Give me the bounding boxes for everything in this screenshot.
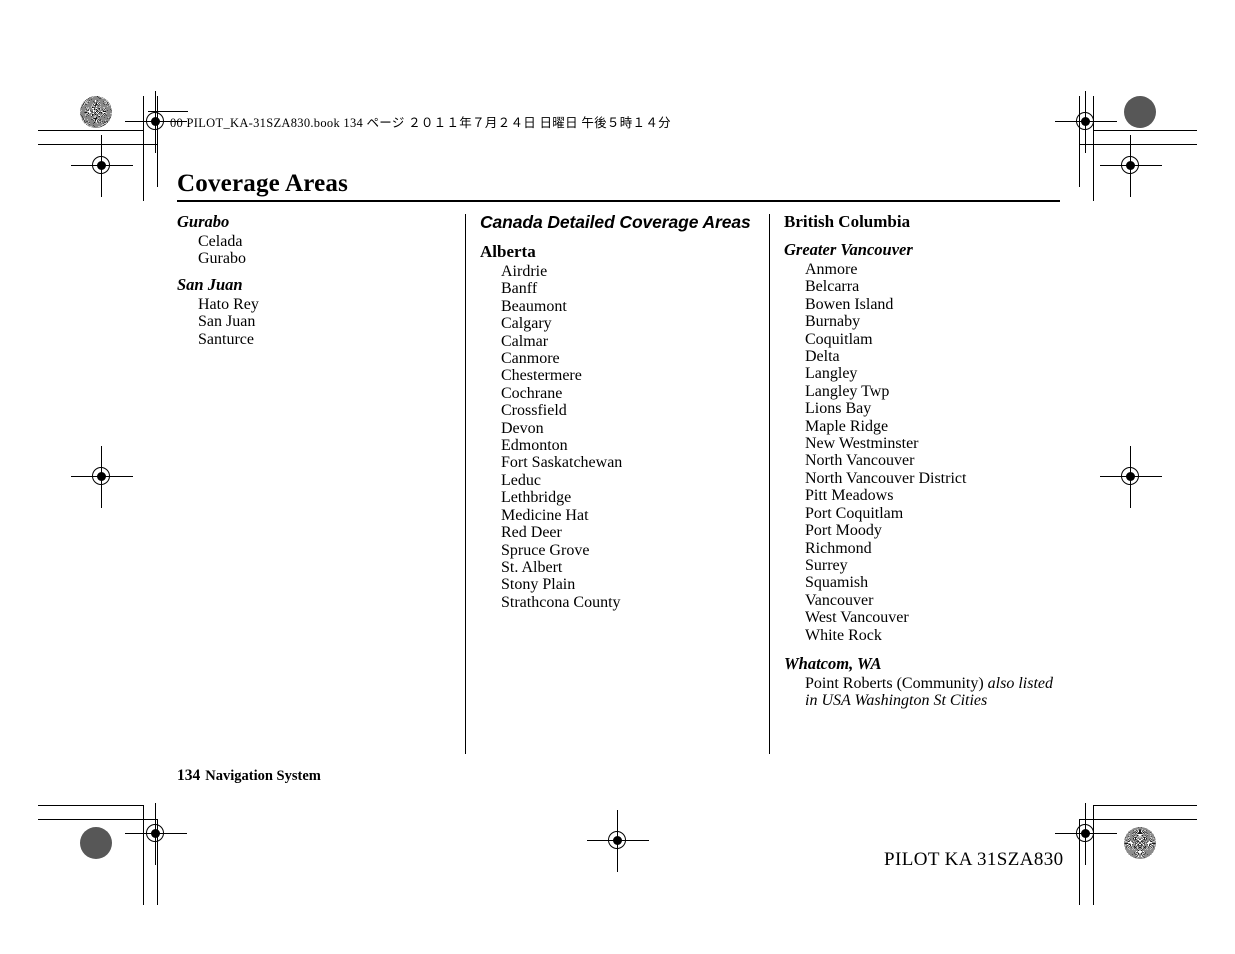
registration-target-bottom-left	[125, 803, 187, 865]
city-list-gurabo: Celada Gurabo	[177, 233, 452, 268]
list-item: San Juan	[198, 313, 256, 331]
city-list-greater-vancouver: Anmore Belcarra Bowen Island Burnaby Coq…	[784, 261, 1067, 644]
registration-target-left-lower	[71, 446, 133, 508]
list-item: North Vancouver District	[805, 469, 967, 487]
footer-page-number: 134	[177, 767, 201, 784]
crop-mark-line	[38, 805, 143, 806]
group-heading-whatcom-wa: Whatcom, WA	[784, 653, 882, 673]
list-item: Edmonton	[501, 437, 568, 455]
group-heading-alberta: Alberta	[480, 242, 536, 261]
list-item: Leduc	[501, 471, 541, 489]
list-item: Coquitlam	[805, 330, 873, 348]
group-heading-greater-vancouver: Greater Vancouver	[784, 240, 913, 259]
list-item: Cochrane	[501, 384, 563, 402]
registration-target-right-lower	[1100, 446, 1162, 508]
list-item: Squamish	[805, 574, 869, 592]
list-item: Devon	[501, 419, 544, 437]
registration-target-bottom-center	[587, 810, 649, 872]
crop-mark-line	[1079, 144, 1197, 145]
list-item: Strathcona County	[501, 593, 621, 611]
list-item: Anmore	[805, 261, 858, 278]
list-item: Point Roberts (Community) also listed in…	[805, 675, 1067, 710]
page-title: Coverage Areas	[177, 170, 349, 197]
list-item: Pitt Meadows	[805, 487, 894, 505]
province-heading-british-columbia: British Columbia	[784, 212, 911, 231]
crop-mark-line	[1093, 805, 1197, 806]
list-item: Spruce Grove	[501, 541, 590, 559]
list-item: Hato Rey	[198, 295, 259, 313]
list-item: Santurce	[198, 330, 254, 348]
registration-solid-patch	[80, 827, 112, 859]
column-1: Gurabo Celada Gurabo San Juan Hato Rey S…	[177, 212, 452, 355]
list-item: White Rock	[805, 626, 882, 644]
column-divider-1	[465, 214, 466, 754]
list-item: Burnaby	[805, 313, 861, 331]
group-greater-vancouver: Greater Vancouver Anmore Belcarra Bowen …	[784, 240, 1067, 644]
list-item: Banff	[501, 280, 538, 298]
list-item: St. Albert	[501, 558, 563, 576]
section-heading-canada: Canada Detailed Coverage Areas	[480, 212, 751, 232]
list-item: Gurabo	[198, 250, 246, 268]
group-heading-gurabo: Gurabo	[177, 212, 230, 231]
group-whatcom-wa: Whatcom, WA Point Roberts (Community) al…	[784, 654, 1067, 710]
list-item: Airdrie	[501, 263, 548, 280]
document-page: 00 PILOT_KA-31SZA830.book 134 ページ ２０１１年７…	[0, 0, 1235, 954]
registration-target-right-upper	[1100, 135, 1162, 197]
list-item: Langley Twp	[805, 382, 890, 400]
city-list-whatcom-wa: Point Roberts (Community) also listed in…	[784, 675, 1067, 710]
list-item: Stony Plain	[501, 576, 576, 594]
group-san-juan: San Juan Hato Rey San Juan Santurce	[177, 275, 452, 348]
list-item: Celada	[198, 233, 243, 250]
coverage-columns: Gurabo Celada Gurabo San Juan Hato Rey S…	[177, 212, 1067, 757]
registration-target-top-right	[1055, 91, 1117, 153]
list-item: Calgary	[501, 315, 552, 333]
list-item: Calmar	[501, 332, 549, 350]
registration-halftone-patch	[1124, 827, 1156, 859]
crop-mark-line	[38, 144, 157, 145]
crop-mark-line	[38, 130, 143, 131]
list-item-text: Point Roberts (Community)	[805, 674, 988, 692]
list-item: Red Deer	[501, 524, 562, 542]
list-item: Port Coquitlam	[805, 504, 904, 522]
list-item: Fort Saskatchewan	[501, 454, 623, 472]
list-item: West Vancouver	[805, 609, 909, 627]
column-2: Canada Detailed Coverage Areas Alberta A…	[480, 212, 768, 618]
list-item: Medicine Hat	[501, 506, 589, 524]
list-item: Langley	[805, 365, 858, 383]
city-list-san-juan: Hato Rey San Juan Santurce	[177, 296, 452, 348]
registration-halftone-patch	[80, 96, 112, 128]
column-3: British Columbia Greater Vancouver Anmor…	[784, 212, 1067, 717]
list-item: Canmore	[501, 350, 560, 368]
group-heading-san-juan: San Juan	[177, 274, 243, 294]
page-title-rule	[177, 200, 1060, 202]
list-item: Lethbridge	[501, 489, 572, 507]
book-code: PILOT KA 31SZA830	[884, 849, 1064, 870]
footer-section-name: Navigation System	[205, 768, 321, 784]
registration-target-left-upper	[71, 135, 133, 197]
list-item: Delta	[805, 348, 840, 366]
list-item: Vancouver	[805, 591, 874, 609]
group-alberta: Alberta Airdrie Banff Beaumont Calgary C…	[480, 242, 768, 611]
list-item: Maple Ridge	[805, 417, 889, 435]
group-gurabo: Gurabo Celada Gurabo	[177, 212, 452, 268]
list-item: North Vancouver	[805, 452, 915, 470]
list-item: Bowen Island	[805, 295, 894, 313]
list-item: Belcarra	[805, 278, 860, 296]
crop-mark-line	[1093, 130, 1197, 131]
page-footer: 134 Navigation System	[177, 767, 321, 785]
running-head: 00 PILOT_KA-31SZA830.book 134 ページ ２０１１年７…	[170, 116, 671, 130]
column-divider-2	[769, 214, 770, 754]
list-item: New Westminster	[805, 435, 919, 453]
list-item: Richmond	[805, 539, 872, 557]
list-item: Port Moody	[805, 522, 882, 540]
list-item: Crossfield	[501, 402, 567, 420]
list-item: Surrey	[805, 556, 848, 574]
registration-target-bottom-right	[1055, 803, 1117, 865]
list-item: Chestermere	[501, 367, 582, 385]
list-item: Lions Bay	[805, 400, 872, 418]
city-list-alberta: Airdrie Banff Beaumont Calgary Calmar Ca…	[480, 263, 768, 611]
registration-solid-patch	[1124, 96, 1156, 128]
list-item: Beaumont	[501, 297, 567, 315]
